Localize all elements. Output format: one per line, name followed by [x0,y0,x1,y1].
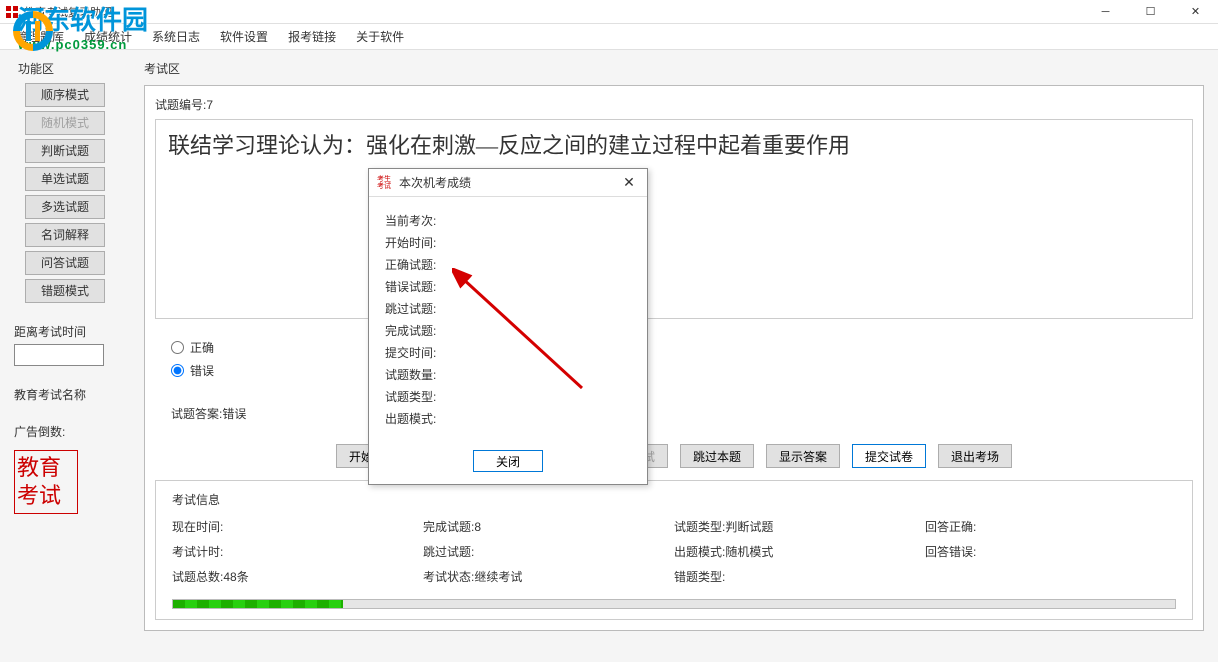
info-mode: 出题模式:随机模式 [674,543,925,560]
ad-countdown-label: 广告倒数: [10,423,120,440]
dialog-body: 当前考次: 开始时间: 正确试题: 错误试题: 跳过试题: 完成试题: 提交时间… [369,197,647,442]
exam-info-title: 考试信息 [172,491,1176,508]
dialog-title: 本次机考成绩 [399,174,471,191]
exam-area-label: 考试区 [144,60,1204,77]
question-box: 联结学习理论认为：强化在刺激—反应之间的建立过程中起着重要作用 [155,119,1193,319]
exam-name-label: 教育考试名称 [10,386,120,403]
dialog-row-mode: 出题模式: [385,410,631,427]
radio-wrong[interactable]: 错误 [171,362,1177,379]
qtype-term-button[interactable]: 名词解释 [25,223,105,247]
qtype-single-button[interactable]: 单选试题 [25,167,105,191]
show-answer-button[interactable]: 显示答案 [766,444,840,468]
window-titlebar: 教育考试复习助理 ─ ☐ ✕ [0,0,1218,24]
dialog-close-icon[interactable]: ✕ [619,174,639,191]
info-now: 现在时间: [172,518,423,535]
skip-question-button[interactable]: 跳过本题 [680,444,754,468]
exit-exam-button[interactable]: 退出考场 [938,444,1012,468]
dialog-row-type: 试题类型: [385,388,631,405]
dialog-row-start: 开始时间: [385,234,631,251]
dialog-row-wrong: 错误试题: [385,278,631,295]
submit-exam-button[interactable]: 提交试卷 [852,444,926,468]
info-result-bad: 回答错误: [925,543,1176,560]
question-text: 联结学习理论认为：强化在刺激—反应之间的建立过程中起着重要作用 [168,128,1180,160]
menu-manage[interactable]: 管理题库 [8,24,72,49]
menu-bar: 管理题库 成绩统计 系统日志 软件设置 报考链接 关于软件 [0,24,1218,50]
mode-sequential-button[interactable]: 顺序模式 [25,83,105,107]
menu-settings[interactable]: 软件设置 [212,24,276,49]
progress-fill [173,600,343,608]
logo-stamp: 教育考试 [14,450,78,514]
info-total: 试题总数:48条 [172,568,423,585]
answer-display: 试题答案:错误 [155,399,1193,428]
score-dialog: 考生考试 本次机考成绩 ✕ 当前考次: 开始时间: 正确试题: 错误试题: 跳过… [368,168,648,485]
radio-correct-input[interactable] [171,341,184,354]
info-done: 完成试题:8 [423,518,674,535]
qtype-multi-button[interactable]: 多选试题 [25,195,105,219]
menu-log[interactable]: 系统日志 [144,24,208,49]
dialog-icon: 考生考试 [377,175,393,191]
menu-about[interactable]: 关于软件 [348,24,412,49]
sidebar-section-label: 功能区 [10,60,120,77]
info-result-ok: 回答正确: [925,518,1176,535]
info-skip: 跳过试题: [423,543,674,560]
dialog-titlebar[interactable]: 考生考试 本次机考成绩 ✕ [369,169,647,197]
dialog-row-count: 试题数量: [385,366,631,383]
qtype-qa-button[interactable]: 问答试题 [25,251,105,275]
dialog-row-skip: 跳过试题: [385,300,631,317]
mode-random-button[interactable]: 随机模式 [25,111,105,135]
answer-options: 正确 错误 [155,319,1193,399]
question-number: 试题编号:7 [155,96,1193,113]
exam-info-box: 考试信息 现在时间: 完成试题:8 试题类型:判断试题 回答正确: 考试计时: … [155,480,1193,620]
maximize-button[interactable]: ☐ [1128,0,1173,24]
countdown-box [14,344,104,366]
main-area: 考试区 试题编号:7 联结学习理论认为：强化在刺激—反应之间的建立过程中起着重要… [130,50,1218,662]
minimize-button[interactable]: ─ [1083,0,1128,24]
info-status: 考试状态:继续考试 [423,568,674,585]
menu-links[interactable]: 报考链接 [280,24,344,49]
dialog-row-correct: 正确试题: [385,256,631,273]
dialog-row-submit: 提交时间: [385,344,631,361]
countdown-label: 距离考试时间 [10,323,120,340]
radio-correct[interactable]: 正确 [171,339,1177,356]
progress-bar [172,599,1176,609]
control-buttons: 开始考试 暂停考试 继续考试 停止考试 跳过本题 显示答案 提交试卷 退出考场 [155,444,1193,468]
qtype-judge-button[interactable]: 判断试题 [25,139,105,163]
dialog-close-button[interactable]: 关闭 [473,450,543,472]
dialog-row-done: 完成试题: [385,322,631,339]
mode-wrong-button[interactable]: 错题模式 [25,279,105,303]
sidebar: 功能区 顺序模式 随机模式 判断试题 单选试题 多选试题 名词解释 问答试题 错… [0,50,130,662]
info-wrong-type: 错题类型: [674,568,925,585]
app-icon [4,4,20,20]
radio-wrong-input[interactable] [171,364,184,377]
menu-stats[interactable]: 成绩统计 [76,24,140,49]
window-title: 教育考试复习助理 [24,4,112,20]
info-type: 试题类型:判断试题 [674,518,925,535]
dialog-row-session: 当前考次: [385,212,631,229]
info-timer: 考试计时: [172,543,423,560]
close-button[interactable]: ✕ [1173,0,1218,24]
